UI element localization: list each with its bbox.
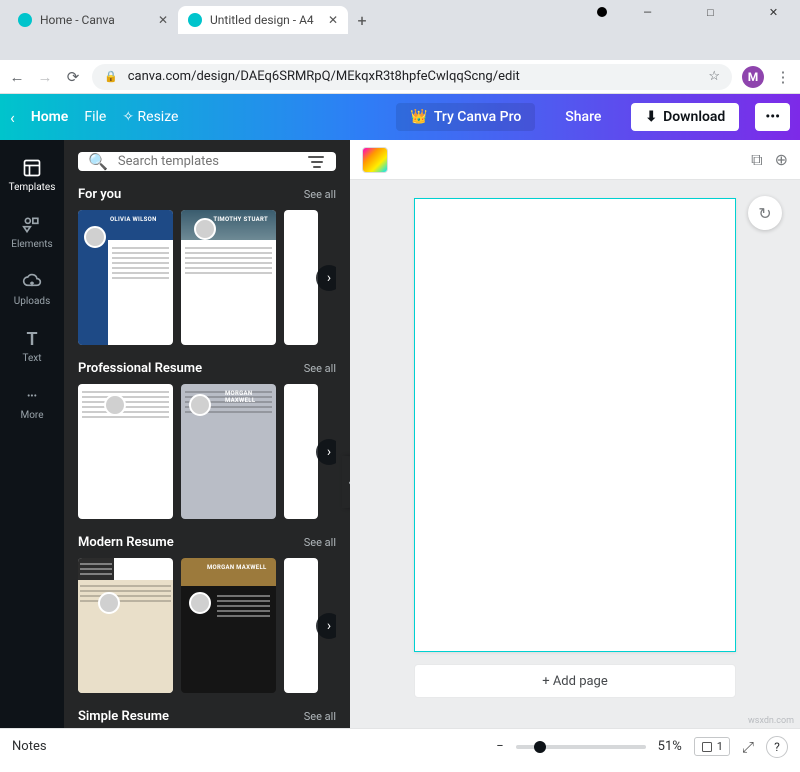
- tab-title: Untitled design - A4: [210, 13, 320, 27]
- text-icon: T: [22, 329, 42, 349]
- browser-tab-active[interactable]: Untitled design - A4 ✕: [178, 6, 348, 34]
- canvas-area: ⧉ ⊕ + Add page: [350, 140, 800, 728]
- page-canvas[interactable]: [414, 198, 736, 652]
- home-link[interactable]: Home: [31, 109, 69, 125]
- template-thumb[interactable]: [284, 210, 318, 345]
- favicon-icon: [188, 13, 202, 27]
- address-bar[interactable]: 🔒 canva.com/design/DAEq6SRMRpQ/MEkqxR3t8…: [92, 64, 732, 90]
- templates-panel: ‹ 🔍 For you See all OLIVIA WILSON TIMOTH…: [64, 140, 350, 728]
- template-thumb[interactable]: [78, 558, 173, 693]
- reload-button[interactable]: ⟳: [64, 68, 82, 86]
- profile-avatar[interactable]: M: [742, 66, 764, 88]
- color-picker[interactable]: [362, 147, 388, 173]
- template-thumb[interactable]: [284, 384, 318, 519]
- back-icon[interactable]: ‹: [10, 108, 15, 127]
- back-button[interactable]: ←: [8, 68, 26, 86]
- scroll-right-button[interactable]: ›: [316, 265, 336, 291]
- rail-more[interactable]: ••• More: [0, 378, 64, 429]
- window-minimize-button[interactable]: —: [625, 2, 670, 22]
- more-icon: •••: [22, 386, 42, 406]
- file-menu[interactable]: File: [84, 109, 106, 125]
- close-icon[interactable]: ✕: [158, 13, 168, 27]
- new-tab-button[interactable]: +: [348, 6, 376, 34]
- left-rail: Templates Elements Uploads T Text ••• Mo…: [0, 140, 64, 728]
- resize-menu[interactable]: ✧ Resize: [122, 109, 178, 125]
- filter-icon[interactable]: [308, 153, 326, 171]
- see-all-link[interactable]: See all: [304, 362, 336, 375]
- browser-chrome: — □ ✕ Home - Canva ✕ Untitled design - A…: [0, 0, 800, 60]
- see-all-link[interactable]: See all: [304, 710, 336, 723]
- search-input[interactable]: [118, 154, 298, 169]
- share-button[interactable]: Share: [551, 103, 615, 131]
- template-thumb[interactable]: OLIVIA WILSON: [78, 210, 173, 345]
- watermark: wsxdn.com: [748, 716, 794, 726]
- canvas-scroll[interactable]: + Add page: [350, 180, 800, 728]
- rail-templates[interactable]: Templates: [0, 150, 64, 201]
- add-page-button[interactable]: + Add page: [414, 664, 736, 698]
- lock-icon: 🔒: [104, 70, 118, 83]
- fullscreen-button[interactable]: ⤢: [742, 738, 754, 756]
- browser-toolbar: ← → ⟳ 🔒 canva.com/design/DAEq6SRMRpQ/MEk…: [0, 60, 800, 94]
- record-indicator-icon: [597, 7, 607, 17]
- template-thumb[interactable]: [284, 558, 318, 693]
- uploads-icon: [22, 272, 42, 292]
- search-bar[interactable]: 🔍: [78, 152, 336, 171]
- zoom-out-icon[interactable]: −: [496, 739, 503, 754]
- close-icon[interactable]: ✕: [328, 13, 338, 27]
- browser-menu-button[interactable]: ⋮: [774, 68, 792, 86]
- section-professional: Professional Resume See all MORGAN MAXWE…: [78, 361, 336, 519]
- app-top-bar: ‹ Home File ✧ Resize 👑 Try Canva Pro Sha…: [0, 94, 800, 140]
- zoom-slider[interactable]: [516, 745, 646, 749]
- section-modern: Modern Resume See all MORGAN MAXWELL ›: [78, 535, 336, 693]
- tab-title: Home - Canva: [40, 13, 150, 27]
- template-thumb[interactable]: TIMOTHY STUART: [181, 210, 276, 345]
- section-for-you: For you See all OLIVIA WILSON TIMOTHY ST…: [78, 187, 336, 345]
- template-thumb[interactable]: [78, 384, 173, 519]
- elements-icon: [22, 215, 42, 235]
- scroll-right-button[interactable]: ›: [316, 613, 336, 639]
- help-button[interactable]: ?: [766, 736, 788, 758]
- window-controls: — □ ✕: [627, 2, 796, 22]
- section-title: Simple Resume: [78, 709, 169, 724]
- url-text: canva.com/design/DAEq6SRMRpQ/MEkqxR3t8hp…: [128, 69, 520, 84]
- browser-tab[interactable]: Home - Canva ✕: [8, 6, 178, 34]
- forward-button[interactable]: →: [36, 68, 54, 86]
- grid-icon: [701, 741, 713, 753]
- see-all-link[interactable]: See all: [304, 536, 336, 549]
- notes-button[interactable]: Notes: [12, 739, 47, 754]
- try-pro-button[interactable]: 👑 Try Canva Pro: [396, 103, 535, 131]
- section-title: For you: [78, 187, 121, 202]
- status-bar: Notes − 51% 1 ⤢ ?: [0, 728, 800, 764]
- rail-text[interactable]: T Text: [0, 321, 64, 372]
- panel-collapse-handle[interactable]: ‹: [342, 456, 350, 508]
- window-maximize-button[interactable]: □: [688, 2, 733, 22]
- undo-floating-button[interactable]: ↻: [748, 196, 782, 230]
- see-all-link[interactable]: See all: [304, 188, 336, 201]
- favicon-icon: [18, 13, 32, 27]
- more-button[interactable]: •••: [755, 103, 790, 131]
- add-page-icon[interactable]: ⊕: [775, 150, 788, 169]
- section-simple: Simple Resume See all: [78, 709, 336, 728]
- scroll-right-button[interactable]: ›: [316, 439, 336, 465]
- section-title: Modern Resume: [78, 535, 174, 550]
- download-button[interactable]: ⬇ Download: [631, 103, 739, 131]
- bookmark-icon[interactable]: ☆: [708, 69, 720, 84]
- template-thumb[interactable]: MORGAN MAXWELL: [181, 558, 276, 693]
- zoom-value[interactable]: 51%: [658, 739, 682, 754]
- template-thumb[interactable]: MORGAN MAXWELL: [181, 384, 276, 519]
- window-close-button[interactable]: ✕: [751, 2, 796, 22]
- page-indicator[interactable]: 1: [694, 737, 730, 756]
- rail-uploads[interactable]: Uploads: [0, 264, 64, 315]
- duplicate-page-icon[interactable]: ⧉: [751, 150, 762, 170]
- search-icon: 🔍: [88, 152, 108, 171]
- canvas-toolbar: ⧉ ⊕: [350, 140, 800, 180]
- rail-elements[interactable]: Elements: [0, 207, 64, 258]
- templates-icon: [22, 158, 42, 178]
- section-title: Professional Resume: [78, 361, 202, 376]
- download-icon: ⬇: [645, 109, 657, 125]
